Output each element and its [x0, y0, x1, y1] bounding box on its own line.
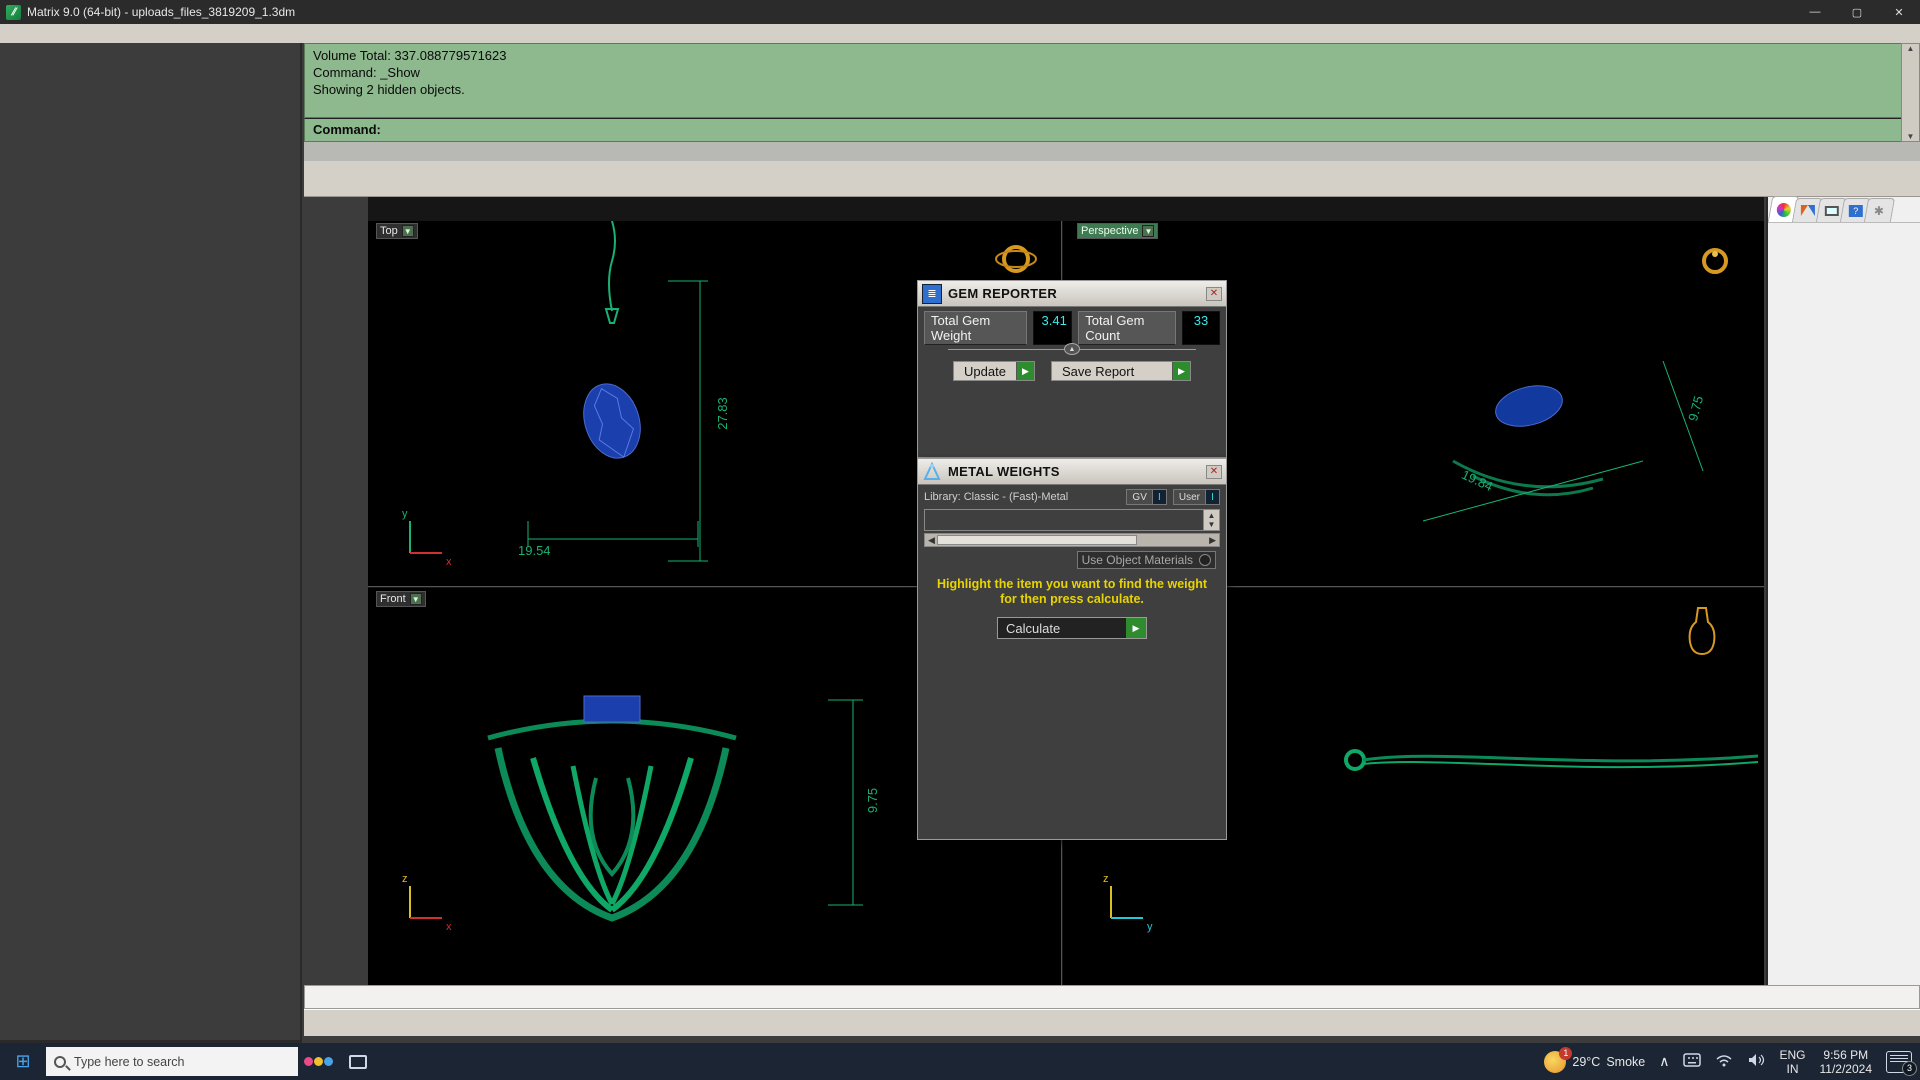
maximize-button[interactable]: ▢	[1836, 0, 1878, 24]
toolbar-tab-row	[304, 142, 1920, 161]
weather-desc: Smoke	[1606, 1054, 1646, 1069]
gem-reporter-icon: ≣	[922, 283, 942, 304]
gem-reporter-close-icon[interactable]: ✕	[1206, 286, 1222, 301]
run-arrow-icon: ▶	[1126, 618, 1146, 638]
command-scrollbar[interactable]: ▲ ▼	[1901, 43, 1920, 142]
taskbar: ⊞ Type here to search 1 29°C Smoke ∧ ENG…	[0, 1043, 1920, 1080]
scroll-down-icon[interactable]: ▼	[1208, 520, 1216, 529]
app-logo-icon: ⫽	[6, 4, 21, 20]
metal-weights-close-icon[interactable]: ✕	[1206, 464, 1222, 479]
dim-label: 9.75	[865, 787, 881, 814]
command-prompt[interactable]: Command:	[304, 118, 1920, 142]
dropdown-arrow-icon[interactable]: ▼	[409, 593, 422, 605]
scroll-down-icon[interactable]: ▼	[1907, 132, 1915, 141]
dim-label: 19.54	[518, 543, 551, 558]
metal-table[interactable]: ▲ ▼	[924, 509, 1220, 531]
volume-icon[interactable]	[1747, 1053, 1765, 1070]
time: 9:56 PM	[1823, 1047, 1869, 1062]
metal-table-hscroll[interactable]: ◀ ▶	[924, 533, 1220, 547]
scroll-thumb[interactable]	[936, 535, 1137, 545]
main-toolbar	[304, 161, 1920, 197]
taskbar-search[interactable]: Type here to search	[46, 1047, 298, 1076]
command-line: Command: _Show	[313, 65, 420, 80]
scroll-up-icon[interactable]: ▲	[1208, 511, 1216, 520]
scroll-up-icon[interactable]: ▲	[1907, 44, 1915, 53]
command-line: Showing 2 hidden objects.	[313, 82, 465, 97]
dropdown-arrow-icon[interactable]: ▼	[401, 225, 414, 237]
settings-tab[interactable]: ✱	[1863, 198, 1896, 222]
radio-icon	[1199, 554, 1211, 566]
gv-toggle[interactable]: GV I	[1126, 489, 1167, 505]
command-history[interactable]: Volume Total: 337.088779571623 Command: …	[304, 43, 1920, 118]
title-bar: ⫽ Matrix 9.0 (64-bit) - uploads_files_38…	[0, 0, 1920, 24]
close-button[interactable]: ✕	[1878, 0, 1920, 24]
command-line: Volume Total: 337.088779571623	[313, 48, 507, 63]
window-title: Matrix 9.0 (64-bit) - uploads_files_3819…	[27, 5, 296, 19]
viewport-title-dropdown[interactable]: Front ▼	[376, 591, 426, 607]
tray-widget-icon[interactable]	[298, 1043, 338, 1080]
total-gem-count-value: 33	[1182, 311, 1220, 345]
svg-text:y: y	[1147, 921, 1153, 933]
touch-keyboard-icon[interactable]	[1683, 1053, 1702, 1070]
left-panel	[0, 43, 302, 1040]
gem-reporter-titlebar[interactable]: ≣ GEM REPORTER ✕	[918, 281, 1226, 307]
tray-chevron-icon[interactable]: ∧	[1659, 1053, 1669, 1070]
search-placeholder: Type here to search	[74, 1054, 185, 1069]
tool-strip	[304, 197, 368, 987]
svg-text:z: z	[402, 873, 408, 885]
svg-text:z: z	[1103, 873, 1109, 885]
metal-weights-icon	[923, 461, 941, 480]
matrix-app-window: ⫽ Matrix 9.0 (64-bit) - uploads_files_38…	[0, 0, 1920, 1080]
total-gem-count-label: Total Gem Count	[1078, 311, 1176, 345]
run-arrow-icon: ▶	[1171, 362, 1190, 380]
collapse-knob-icon[interactable]: ▲	[1064, 343, 1080, 355]
dim-label: 27.83	[714, 397, 730, 430]
menu-bar	[0, 24, 1920, 43]
viewport-title-dropdown[interactable]: Perspective ▼	[1077, 223, 1159, 239]
wifi-icon[interactable]	[1715, 1053, 1733, 1070]
weather-widget[interactable]: 1 29°C Smoke	[1544, 1046, 1646, 1073]
hint-text: for then press calculate.	[1000, 592, 1144, 606]
user-toggle[interactable]: User I	[1172, 489, 1220, 505]
total-gem-weight-value: 3.41	[1032, 311, 1073, 345]
start-button[interactable]: ⊞	[0, 1043, 46, 1080]
weather-badge: 1	[1559, 1046, 1573, 1060]
library-label: Library: Classic - (Fast)-Metal	[924, 491, 1069, 503]
svg-text:y: y	[402, 508, 408, 520]
collapse-divider[interactable]: ▲	[948, 343, 1196, 359]
language-indicator[interactable]: ENG IN	[1779, 1048, 1805, 1076]
scroll-right-icon[interactable]: ▶	[1209, 535, 1216, 546]
metal-table-vscroll[interactable]: ▲ ▼	[1203, 510, 1219, 530]
dropdown-arrow-icon[interactable]: ▼	[1142, 225, 1155, 237]
save-report-button[interactable]: Save Report ▶	[1050, 361, 1191, 381]
calculate-button[interactable]: Calculate ▶	[997, 617, 1147, 639]
svg-text:x: x	[446, 556, 452, 568]
hint-text: Highlight the item you want to find the …	[936, 577, 1208, 591]
svg-text:x: x	[446, 921, 452, 933]
metal-weights-titlebar[interactable]: METAL WEIGHTS ✕	[918, 459, 1226, 485]
notification-center-icon[interactable]: 3	[1886, 1050, 1917, 1076]
metal-weights-title: METAL WEIGHTS	[948, 464, 1060, 479]
update-button[interactable]: Update ▶	[953, 361, 1035, 381]
status-bar	[304, 1009, 1920, 1036]
run-arrow-icon: ▶	[1015, 362, 1034, 380]
total-gem-weight-label: Total Gem Weight	[924, 311, 1027, 345]
minimize-button[interactable]: —	[1794, 0, 1836, 24]
properties-panel: ? ✱	[1766, 196, 1920, 1035]
gem-reporter-title: GEM REPORTER	[948, 286, 1058, 301]
search-icon	[54, 1055, 66, 1068]
properties-tabs: ? ✱	[1767, 196, 1920, 223]
date: 11/2/2024	[1819, 1061, 1873, 1076]
gem-reporter-dialog[interactable]: ≣ GEM REPORTER ✕ Total Gem Weight 3.41 T…	[917, 280, 1227, 458]
osnap-bar	[304, 985, 1920, 1009]
clock[interactable]: 9:56 PM 11/2/2024	[1820, 1048, 1873, 1076]
notification-badge: 3	[1902, 1060, 1917, 1076]
use-object-materials-button[interactable]: Use Object Materials	[1076, 551, 1216, 569]
metal-weights-dialog[interactable]: METAL WEIGHTS ✕ Library: Classic - (Fast…	[917, 458, 1227, 840]
scroll-left-icon[interactable]: ◀	[928, 535, 935, 546]
weather-temp: 29°C	[1572, 1054, 1601, 1069]
viewport-title-dropdown[interactable]: Top ▼	[376, 223, 418, 239]
task-view-button[interactable]	[338, 1043, 378, 1080]
